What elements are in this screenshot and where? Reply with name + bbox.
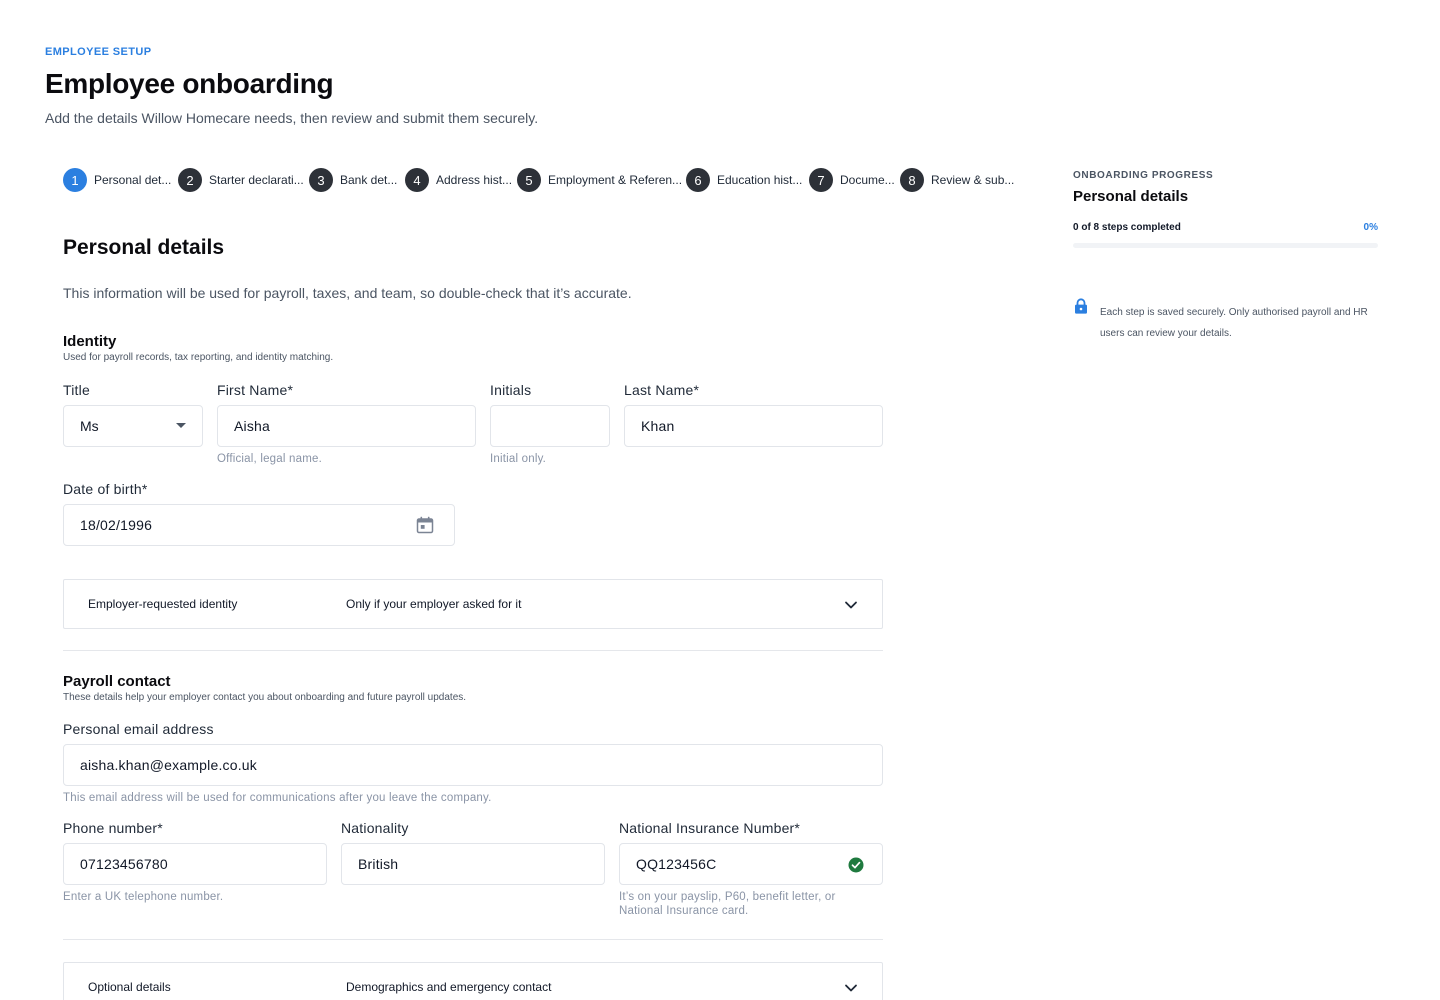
progress-count: 0 of 8 steps completed [1073,222,1181,233]
section-divider [63,650,883,651]
last-name-field-wrap [624,405,883,447]
first-name-field-wrap [217,405,476,447]
phone-label: Phone number* [63,820,163,836]
ni-number-hint: It’s on your payslip, P60, benefit lette… [619,890,836,918]
step-education-history[interactable]: 6 Education hist... [686,168,809,192]
title-select[interactable]: Ms [63,405,203,447]
phone-hint: Enter a UK telephone number. [63,891,224,903]
nationality-field-wrap [341,843,605,885]
step-number: 8 [900,168,924,192]
step-label: Address hist... [436,173,513,187]
dob-field-wrap [63,504,455,546]
progress-step-title: Personal details [1073,188,1189,205]
step-number: 7 [809,168,833,192]
step-label: Starter declarati... [209,173,304,187]
security-note: Each step is saved securely. Only author… [1100,307,1368,339]
ni-number-field-wrap [619,843,883,885]
first-name-input[interactable] [234,418,459,434]
dob-input[interactable] [80,517,438,533]
section-divider [63,939,883,940]
step-address-history[interactable]: 4 Address hist... [405,168,517,192]
accordion-title: Optional details [88,980,171,994]
nationality-input[interactable] [358,856,588,872]
first-name-label: First Name* [217,382,294,398]
calendar-icon[interactable] [416,516,434,534]
chevron-down-icon [845,601,857,609]
initials-field-wrap [490,405,610,447]
identity-group-title: Identity [63,333,117,350]
section-title: Personal details [63,236,225,259]
chevron-down-icon [845,984,857,992]
email-hint: This email address will be used for comm… [63,792,492,804]
ni-number-hint-line2: National Insurance card. [619,905,749,917]
page-title: Employee onboarding [45,68,334,99]
step-number: 3 [309,168,333,192]
title-selected-value: Ms [80,418,99,434]
step-label: Docume... [840,173,895,187]
page-subtitle: Add the details Willow Homecare needs, t… [45,110,539,126]
step-label: Bank det... [340,173,398,187]
first-name-hint: Official, legal name. [217,453,322,465]
step-number: 6 [686,168,710,192]
step-label: Employment & Referen... [548,173,683,187]
dob-label: Date of birth* [63,481,148,497]
step-review-submit[interactable]: 8 Review & sub... [900,168,1018,192]
progress-bar [1073,243,1378,248]
email-input[interactable] [80,757,866,773]
step-documents[interactable]: 7 Docume... [809,168,900,192]
accordion-title: Employer-requested identity [88,597,238,611]
nationality-label: Nationality [341,820,409,836]
ni-number-label: National Insurance Number* [619,820,801,836]
onboarding-stepper: 1 Personal det... 2 Starter declarati...… [63,168,1018,192]
payroll-contact-group-title: Payroll contact [63,673,171,690]
caret-down-icon [176,423,186,428]
email-label: Personal email address [63,721,214,737]
payroll-contact-group-subtitle: These details help your employer contact… [63,692,467,703]
ni-number-hint-line1: It’s on your payslip, P60, benefit lette… [619,891,836,903]
step-label: Personal det... [94,173,172,187]
step-personal-details[interactable]: 1 Personal det... [63,168,178,192]
section-description: This information will be used for payrol… [63,285,632,301]
progress-eyebrow: ONBOARDING PROGRESS [1073,170,1214,181]
step-number: 4 [405,168,429,192]
step-label: Review & sub... [931,173,1015,187]
initials-label: Initials [490,382,532,398]
lock-icon [1075,298,1087,314]
title-label: Title [63,382,90,398]
progress-percent: 0% [1363,222,1378,233]
accordion-description: Demographics and emergency contact [346,980,552,994]
accordion-description: Only if your employer asked for it [346,597,522,611]
phone-field-wrap [63,843,327,885]
step-employment-references[interactable]: 5 Employment & Referen... [517,168,686,192]
phone-input[interactable] [80,856,310,872]
step-label: Education hist... [717,173,803,187]
page-eyebrow: EMPLOYEE SETUP [45,46,152,58]
initials-input[interactable] [507,418,593,434]
step-number: 5 [517,168,541,192]
employer-identity-accordion[interactable]: Employer-requested identity Only if your… [63,579,883,629]
last-name-label: Last Name* [624,382,700,398]
email-field-wrap [63,744,883,786]
initials-hint: Initial only. [490,453,547,465]
check-circle-icon [848,857,864,873]
step-number: 2 [178,168,202,192]
step-starter-declaration[interactable]: 2 Starter declarati... [178,168,309,192]
step-bank-details[interactable]: 3 Bank det... [309,168,405,192]
identity-group-subtitle: Used for payroll records, tax reporting,… [63,352,334,363]
step-number: 1 [63,168,87,192]
optional-details-accordion[interactable]: Optional details Demographics and emerge… [63,962,883,1000]
ni-number-input[interactable] [636,856,866,872]
last-name-input[interactable] [641,418,866,434]
